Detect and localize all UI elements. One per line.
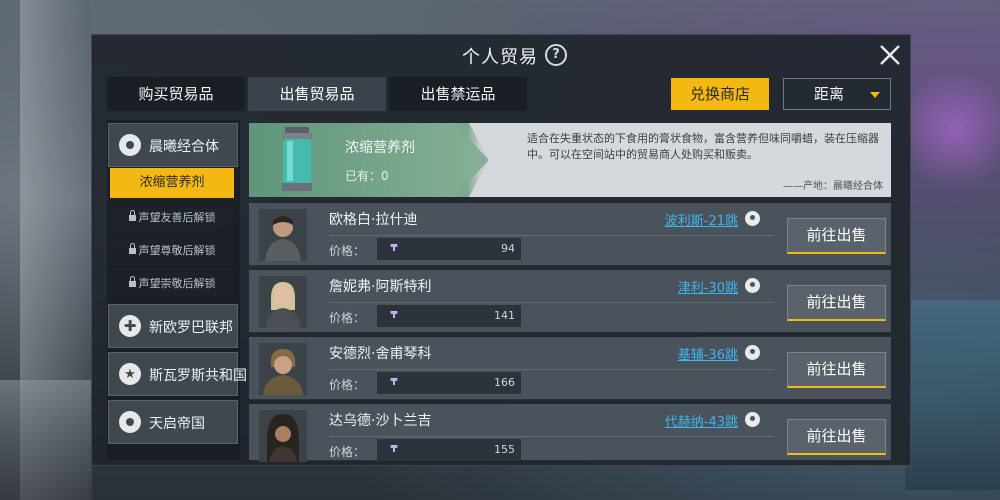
item-info-banner: 浓缩营养剂 已有：0 适合在失重状态的下食用的膏状食物，富含营养但味同嚼蜡，装在… — [249, 123, 891, 197]
background-light — [910, 60, 1000, 200]
merchant-row: 詹妮弗·阿斯特利 津利-30跳 价格： ₸ 141 前往出售 — [249, 270, 891, 333]
goods-item-locked: 声望友善后解锁 — [110, 203, 234, 233]
faction-label: 天启帝国 — [149, 416, 205, 432]
item-owned-count: 已有：0 — [345, 169, 389, 183]
row-divider — [329, 369, 774, 370]
chevron-down-icon — [870, 92, 880, 98]
merchant-row: 安德烈·舍甫琴科 基辅-36跳 价格： ₸ 166 前往出售 — [249, 337, 891, 400]
row-divider — [329, 302, 774, 303]
item-name: 浓缩营养剂 — [345, 140, 415, 156]
price-label: 价格： — [329, 378, 366, 392]
location-pin-icon[interactable] — [745, 211, 760, 226]
goods-item-nutrient[interactable]: 浓缩营养剂 — [110, 168, 234, 198]
locked-label: 声望尊敬后解锁 — [138, 244, 216, 257]
goods-item-locked: 声望崇敬后解锁 — [110, 269, 234, 299]
faction-item-dawn[interactable]: 晨曦经合体 — [108, 123, 238, 167]
lock-icon — [128, 243, 136, 254]
background-structure — [905, 300, 1000, 490]
location-link[interactable]: 津利-30跳 — [678, 277, 738, 296]
price-label: 价格： — [329, 244, 366, 258]
price-box: ₸ 94 — [377, 238, 521, 260]
price-value: 155 — [494, 443, 515, 456]
close-icon[interactable] — [876, 41, 904, 69]
merchant-row: 达乌德·沙卜兰吉 代赫纳-43跳 价格： ₸ 155 前往出售 — [249, 404, 891, 462]
tab-sell-goods[interactable]: 出售贸易品 — [248, 77, 386, 111]
location-pin-icon[interactable] — [745, 345, 760, 360]
faction-label: 新欧罗巴联邦 — [149, 320, 233, 336]
merchant-name: 詹妮弗·阿斯特利 — [329, 279, 432, 295]
exchange-shop-button[interactable]: 兑换商店 — [671, 78, 769, 110]
merchant-name: 安德烈·舍甫琴科 — [329, 346, 432, 362]
dialog-title: 个人贸易 — [462, 47, 538, 68]
location-pin-icon[interactable] — [745, 412, 760, 427]
lock-icon — [128, 210, 136, 221]
faction-item-europa[interactable]: ✚ 新欧罗巴联邦 — [108, 304, 238, 348]
merchant-name: 欧格白·拉什迪 — [329, 212, 418, 228]
locked-label: 声望友善后解锁 — [138, 211, 216, 224]
faction-item-apocalypse[interactable]: 天启帝国 — [108, 400, 238, 444]
item-description: 适合在失重状态的下食用的膏状食物，富含营养但味同嚼蜡，装在压缩器中。可以在空间站… — [527, 132, 879, 161]
merchant-name: 达乌德·沙卜兰吉 — [329, 413, 432, 429]
price-box: ₸ 166 — [377, 372, 521, 394]
tab-sell-contraband[interactable]: 出售禁运品 — [389, 77, 527, 111]
merchant-avatar — [259, 209, 307, 261]
location-link[interactable]: 基辅-36跳 — [678, 344, 738, 363]
go-sell-button[interactable]: 前往出售 — [787, 285, 886, 321]
merchant-avatar — [259, 343, 307, 395]
price-label: 价格： — [329, 311, 366, 325]
price-box: ₸ 141 — [377, 305, 521, 327]
go-sell-button[interactable]: 前往出售 — [787, 419, 886, 455]
faction-label: 斯瓦罗斯共和国 — [149, 368, 247, 384]
merchant-avatar — [259, 410, 307, 462]
go-sell-button[interactable]: 前往出售 — [787, 352, 886, 388]
price-value: 94 — [501, 242, 515, 255]
price-box: ₸ 155 — [377, 439, 521, 461]
tab-buy-goods[interactable]: 购买贸易品 — [107, 77, 245, 111]
eagle-emblem-icon — [119, 411, 141, 433]
price-label: 价格： — [329, 445, 366, 459]
lock-icon — [128, 276, 136, 287]
star-emblem-icon: ★ — [119, 363, 141, 385]
help-icon[interactable]: ? — [545, 44, 567, 66]
planet-emblem-icon — [119, 134, 141, 156]
sort-dropdown-value: 距离 — [814, 85, 845, 103]
merchant-row: 欧格白·拉什迪 波利斯-21跳 价格： ₸ 94 前往出售 — [249, 203, 891, 266]
nutrient-canister-icon — [282, 127, 312, 191]
item-origin: ——产地：晨曦经合体 — [783, 181, 883, 192]
currency-icon: ₸ — [390, 377, 398, 388]
currency-icon: ₸ — [390, 243, 398, 254]
location-pin-icon[interactable] — [745, 278, 760, 293]
cross-emblem-icon: ✚ — [119, 315, 141, 337]
currency-icon: ₸ — [390, 310, 398, 321]
location-link[interactable]: 代赫纳-43跳 — [665, 411, 738, 430]
row-divider — [329, 436, 774, 437]
currency-icon: ₸ — [390, 444, 398, 455]
title-bar: 个人贸易 ? — [92, 35, 910, 75]
tab-bar: 购买贸易品 出售贸易品 出售禁运品 兑换商店 距离 — [107, 77, 895, 111]
location-link[interactable]: 波利斯-21跳 — [665, 210, 738, 229]
sort-dropdown[interactable]: 距离 — [783, 78, 891, 110]
faction-item-svaros[interactable]: ★ 斯瓦罗斯共和国 — [108, 352, 247, 396]
go-sell-button[interactable]: 前往出售 — [787, 218, 886, 254]
faction-label: 晨曦经合体 — [149, 139, 219, 155]
goods-item-locked: 声望尊敬后解锁 — [110, 236, 234, 266]
row-divider — [329, 235, 774, 236]
price-value: 141 — [494, 309, 515, 322]
locked-label: 声望崇敬后解锁 — [138, 277, 216, 290]
background-floor — [0, 380, 92, 500]
merchant-avatar — [259, 276, 307, 328]
price-value: 166 — [494, 376, 515, 389]
